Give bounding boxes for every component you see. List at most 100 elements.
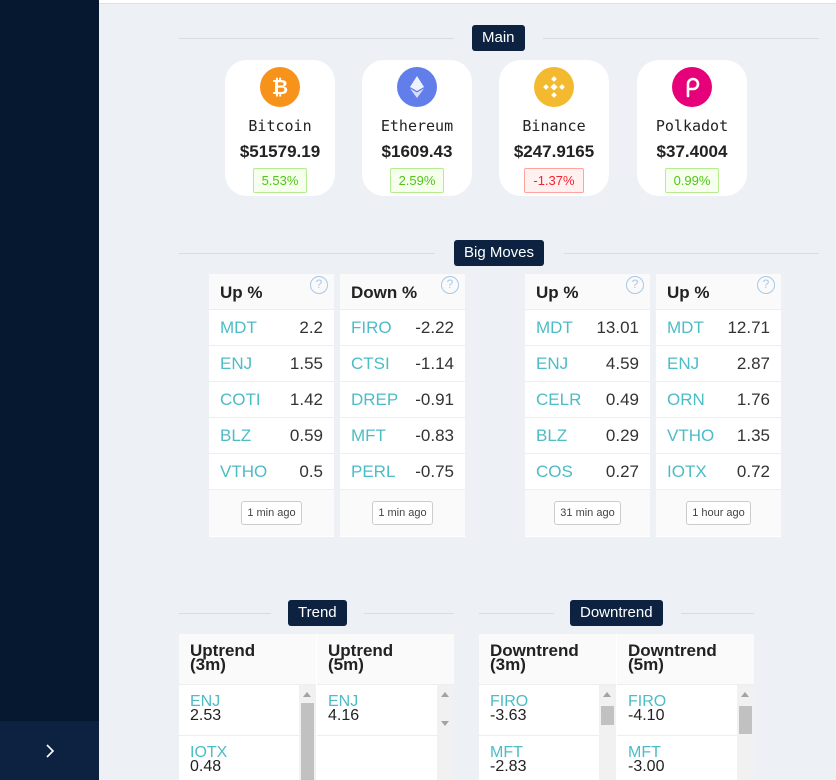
coin-card-bitcoin[interactable]: ₿ Bitcoin $51579.19 5.53% [225, 60, 335, 196]
trend-item[interactable]: MFT -2.83 [479, 736, 616, 780]
coin-symbol[interactable]: ORN [667, 390, 705, 410]
trend-column: Downtrend (5m) FIRO -4.10 MFT -3.00 [617, 634, 754, 780]
column-header: Uptrend (5m) [317, 634, 454, 685]
percent-value: 0.29 [605, 425, 639, 445]
help-icon[interactable]: ? [626, 276, 644, 294]
card-header: Down %? [340, 274, 465, 310]
move-row[interactable]: MDT 2.2 [209, 310, 334, 346]
move-row[interactable]: FIRO -2.22 [340, 310, 465, 346]
downtrend-panel: Downtrend (3m) FIRO -3.63 MFT -2.83 Downtrend(… [479, 634, 754, 780]
move-row[interactable]: MFT -0.83 [340, 418, 465, 454]
coin-symbol[interactable]: COS [536, 462, 573, 482]
coin-symbol[interactable]: BLZ [220, 426, 251, 446]
scroll-up-icon[interactable] [741, 692, 749, 697]
scrollbar-thumb[interactable] [601, 706, 614, 725]
percent-value: 0.48 [190, 758, 222, 775]
coin-symbol[interactable]: ENJ [536, 354, 568, 374]
scrollbar-thumb[interactable] [739, 706, 752, 734]
scrollbar-thumb[interactable] [301, 703, 314, 780]
main-section-title: Main [472, 25, 525, 51]
time-button[interactable]: 31 min ago [554, 501, 621, 525]
coin-change-badge: 5.53% [252, 168, 308, 193]
trend-item[interactable]: FIRO -4.10 [617, 685, 754, 736]
help-icon[interactable]: ? [310, 276, 328, 294]
coin-symbol[interactable]: PERL [351, 462, 395, 482]
coin-symbol[interactable]: CELR [536, 390, 581, 410]
move-row[interactable]: ORN 1.76 [656, 382, 781, 418]
move-row[interactable]: ENJ 4.59 [525, 346, 650, 382]
coin-symbol[interactable]: DREP [351, 390, 398, 410]
coin-symbol[interactable]: FIRO [351, 318, 392, 338]
trend-item[interactable]: FIRO -3.63 [479, 685, 616, 736]
column-interval: (5m) [328, 655, 364, 674]
move-row[interactable]: CTSI -1.14 [340, 346, 465, 382]
percent-value: 12.71 [727, 317, 770, 337]
move-row[interactable]: COS 0.27 [525, 454, 650, 490]
time-button[interactable]: 1 hour ago [686, 501, 751, 525]
card-title: Up % [220, 283, 263, 302]
move-row[interactable]: VTHO 0.5 [209, 454, 334, 490]
scroll-up-icon[interactable] [441, 692, 449, 697]
scrollbar[interactable] [437, 685, 454, 780]
move-row[interactable]: BLZ 0.29 [525, 418, 650, 454]
move-row[interactable]: BLZ 0.59 [209, 418, 334, 454]
polkadot-icon [672, 67, 712, 107]
move-row[interactable]: MDT 12.71 [656, 310, 781, 346]
coin-symbol[interactable]: MFT [351, 426, 386, 446]
percent-value: -2.22 [415, 317, 454, 337]
scrollbar[interactable] [299, 685, 316, 780]
scroll-up-icon[interactable] [603, 692, 611, 697]
percent-value: 1.76 [736, 389, 770, 409]
move-row[interactable]: DREP -0.91 [340, 382, 465, 418]
coin-symbol[interactable]: MDT [667, 318, 704, 338]
move-row[interactable]: VTHO 1.35 [656, 418, 781, 454]
coin-card-binance[interactable]: Binance $247.9165 -1.37% [499, 60, 609, 196]
move-row[interactable]: ENJ 1.55 [209, 346, 334, 382]
card-title: Up % [536, 283, 579, 302]
move-row[interactable]: ENJ 2.87 [656, 346, 781, 382]
card-footer: 1 min ago [209, 490, 334, 536]
coin-name: Bitcoin [248, 117, 312, 135]
svg-text:₿: ₿ [272, 75, 288, 99]
trend-item[interactable]: ENJ 4.16 [317, 685, 454, 736]
move-row[interactable]: IOTX 0.72 [656, 454, 781, 490]
trend-item[interactable]: ENJ 2.53 [179, 685, 316, 736]
coin-symbol[interactable]: IOTX [667, 462, 707, 482]
coin-symbol[interactable]: COTI [220, 390, 261, 410]
help-icon[interactable]: ? [441, 276, 459, 294]
move-row[interactable]: CELR 0.49 [525, 382, 650, 418]
percent-value: 13.01 [596, 317, 639, 337]
scroll-down-icon[interactable] [441, 721, 449, 726]
trend-item[interactable]: MFT -3.00 [617, 736, 754, 780]
coin-symbol[interactable]: ENJ [220, 354, 252, 374]
move-row[interactable]: MDT 13.01 [525, 310, 650, 346]
coin-symbol[interactable]: ENJ [667, 354, 699, 374]
coin-change-badge: 0.99% [664, 168, 720, 193]
time-button[interactable]: 1 min ago [241, 501, 302, 525]
scroll-up-icon[interactable] [303, 692, 311, 697]
scrollbar[interactable] [737, 685, 754, 780]
coin-symbol[interactable]: MDT [220, 318, 257, 338]
trend-column: Uptrend (3m) ENJ 2.53 IOTX 0.48 [179, 634, 316, 780]
move-row[interactable]: COTI 1.42 [209, 382, 334, 418]
big-moves-header: Big Moves [179, 240, 819, 266]
coin-symbol[interactable]: VTHO [220, 462, 267, 482]
sidebar-toggle-button[interactable] [0, 721, 99, 780]
percent-value: 2.53 [190, 707, 222, 724]
big-move-card: Up %? MDT 12.71 ENJ 2.87 ORN 1.76 VTHO 1.35 IOTX 0… [656, 274, 781, 537]
coin-change-badge: 2.59% [389, 168, 445, 193]
time-button[interactable]: 1 min ago [372, 501, 433, 525]
coin-symbol[interactable]: CTSI [351, 354, 390, 374]
move-row[interactable]: PERL -0.75 [340, 454, 465, 490]
coin-symbol[interactable]: MDT [536, 318, 573, 338]
coin-card-ethereum[interactable]: Ethereum $1609.43 2.59% [362, 60, 472, 196]
percent-value: 0.27 [605, 461, 639, 481]
help-icon[interactable]: ? [757, 276, 775, 294]
coin-card-polkadot[interactable]: Polkadot $37.4004 0.99% [637, 60, 747, 196]
coin-symbol[interactable]: BLZ [536, 426, 567, 446]
coin-name: Binance [522, 117, 586, 135]
scrollbar[interactable] [599, 685, 616, 780]
percent-value: 2.87 [736, 353, 770, 373]
coin-symbol[interactable]: VTHO [667, 426, 714, 446]
trend-item[interactable]: IOTX 0.48 [179, 736, 316, 780]
